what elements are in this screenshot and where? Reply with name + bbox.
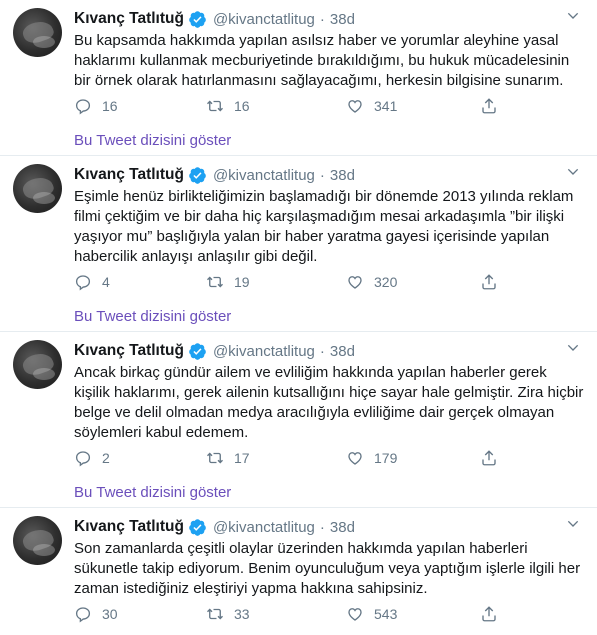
author-handle[interactable]: @kivanctatlitug: [213, 519, 315, 536]
reply-button[interactable]: 30: [74, 605, 118, 623]
reply-icon: [75, 607, 91, 623]
like-count: 341: [374, 98, 398, 114]
verified-badge-icon: [189, 166, 206, 184]
share-icon: [482, 274, 496, 290]
reply-icon: [75, 451, 91, 467]
retweet-button[interactable]: 19: [206, 273, 250, 291]
tweet-header: Kıvanç Tatlıtuğ @kivanctatlitug · 38d: [74, 517, 355, 537]
reply-count: 2: [102, 450, 110, 466]
chevron-down-icon[interactable]: [565, 164, 581, 180]
author-name[interactable]: Kıvanç Tatlıtuğ: [74, 518, 184, 536]
tweet-header: Kıvanç Tatlıtuğ @kivanctatlitug · 38d: [74, 165, 355, 185]
tweet-text: Son zamanlarda çeşitli olaylar üzerinden…: [74, 540, 581, 597]
heart-icon: [348, 452, 362, 465]
share-button[interactable]: [480, 97, 498, 115]
verified-badge-icon: [189, 518, 206, 536]
author-handle[interactable]: @kivanctatlitug: [213, 343, 315, 360]
author-handle[interactable]: @kivanctatlitug: [213, 11, 315, 28]
share-button[interactable]: [480, 605, 498, 623]
avatar[interactable]: [13, 8, 62, 57]
verified-badge-icon: [189, 342, 206, 360]
share-icon: [482, 98, 496, 114]
heart-icon: [348, 276, 362, 289]
heart-icon: [348, 608, 362, 621]
avatar[interactable]: [13, 164, 62, 213]
like-count: 179: [374, 450, 398, 466]
reply-icon: [75, 99, 91, 115]
like-button[interactable]: 543: [346, 605, 397, 623]
reply-button[interactable]: 16: [74, 97, 118, 115]
like-button[interactable]: 179: [346, 449, 397, 467]
author-handle[interactable]: @kivanctatlitug: [213, 167, 315, 184]
retweet-button[interactable]: 33: [206, 605, 250, 623]
heart-icon: [348, 100, 362, 113]
separator-dot: ·: [319, 342, 325, 360]
verified-badge-icon: [189, 10, 206, 28]
retweet-count: 33: [234, 606, 250, 622]
like-count: 543: [374, 606, 398, 622]
retweet-icon: [207, 608, 223, 620]
tweet-header: Kıvanç Tatlıtuğ @kivanctatlitug · 38d: [74, 341, 355, 361]
tweet-time[interactable]: 38d: [330, 167, 355, 184]
tweet-text: Eşimle henüz birlikteliğimizin başlamadı…: [74, 188, 574, 265]
reply-button[interactable]: 4: [74, 273, 110, 291]
share-button[interactable]: [480, 273, 498, 291]
separator-dot: ·: [319, 10, 325, 28]
tweet[interactable]: Kıvanç Tatlıtuğ @kivanctatlitug · 38d Eş…: [0, 156, 597, 332]
like-count: 320: [374, 274, 398, 290]
retweet-count: 16: [234, 98, 250, 114]
author-name[interactable]: Kıvanç Tatlıtuğ: [74, 166, 184, 184]
retweet-icon: [207, 100, 223, 112]
show-thread-link[interactable]: Bu Tweet dizisini göster: [74, 308, 231, 325]
like-button[interactable]: 341: [346, 97, 397, 115]
share-button[interactable]: [480, 449, 498, 467]
reply-count: 16: [102, 98, 118, 114]
retweet-count: 19: [234, 274, 250, 290]
reply-count: 30: [102, 606, 118, 622]
share-icon: [482, 450, 496, 466]
tweet-text: Ancak birkaç gündür ailem ve evliliğim h…: [74, 364, 584, 441]
tweet-time[interactable]: 38d: [330, 519, 355, 536]
retweet-button[interactable]: 16: [206, 97, 250, 115]
tweet-time[interactable]: 38d: [330, 11, 355, 28]
tweet[interactable]: Kıvanç Tatlıtuğ @kivanctatlitug · 38d Bu…: [0, 0, 597, 156]
tweet-text: Bu kapsamda hakkımda yapılan asılsız hab…: [74, 32, 570, 89]
show-thread-link[interactable]: Bu Tweet dizisini göster: [74, 132, 231, 149]
author-name[interactable]: Kıvanç Tatlıtuğ: [74, 10, 184, 28]
reply-icon: [75, 275, 91, 291]
share-icon: [482, 606, 496, 622]
reply-button[interactable]: 2: [74, 449, 110, 467]
chevron-down-icon[interactable]: [565, 516, 581, 532]
chevron-down-icon[interactable]: [565, 340, 581, 356]
tweet[interactable]: Kıvanç Tatlıtuğ @kivanctatlitug · 38d So…: [0, 508, 597, 635]
tweet[interactable]: Kıvanç Tatlıtuğ @kivanctatlitug · 38d An…: [0, 332, 597, 508]
like-button[interactable]: 320: [346, 273, 397, 291]
separator-dot: ·: [319, 166, 325, 184]
retweet-count: 17: [234, 450, 250, 466]
retweet-button[interactable]: 17: [206, 449, 250, 467]
author-name[interactable]: Kıvanç Tatlıtuğ: [74, 342, 184, 360]
avatar[interactable]: [13, 340, 62, 389]
avatar[interactable]: [13, 516, 62, 565]
separator-dot: ·: [319, 518, 325, 536]
reply-count: 4: [102, 274, 110, 290]
retweet-icon: [207, 452, 223, 464]
retweet-icon: [207, 276, 223, 288]
tweet-header: Kıvanç Tatlıtuğ @kivanctatlitug · 38d: [74, 9, 355, 29]
show-thread-link[interactable]: Bu Tweet dizisini göster: [74, 484, 231, 501]
tweet-time[interactable]: 38d: [330, 343, 355, 360]
chevron-down-icon[interactable]: [565, 8, 581, 24]
